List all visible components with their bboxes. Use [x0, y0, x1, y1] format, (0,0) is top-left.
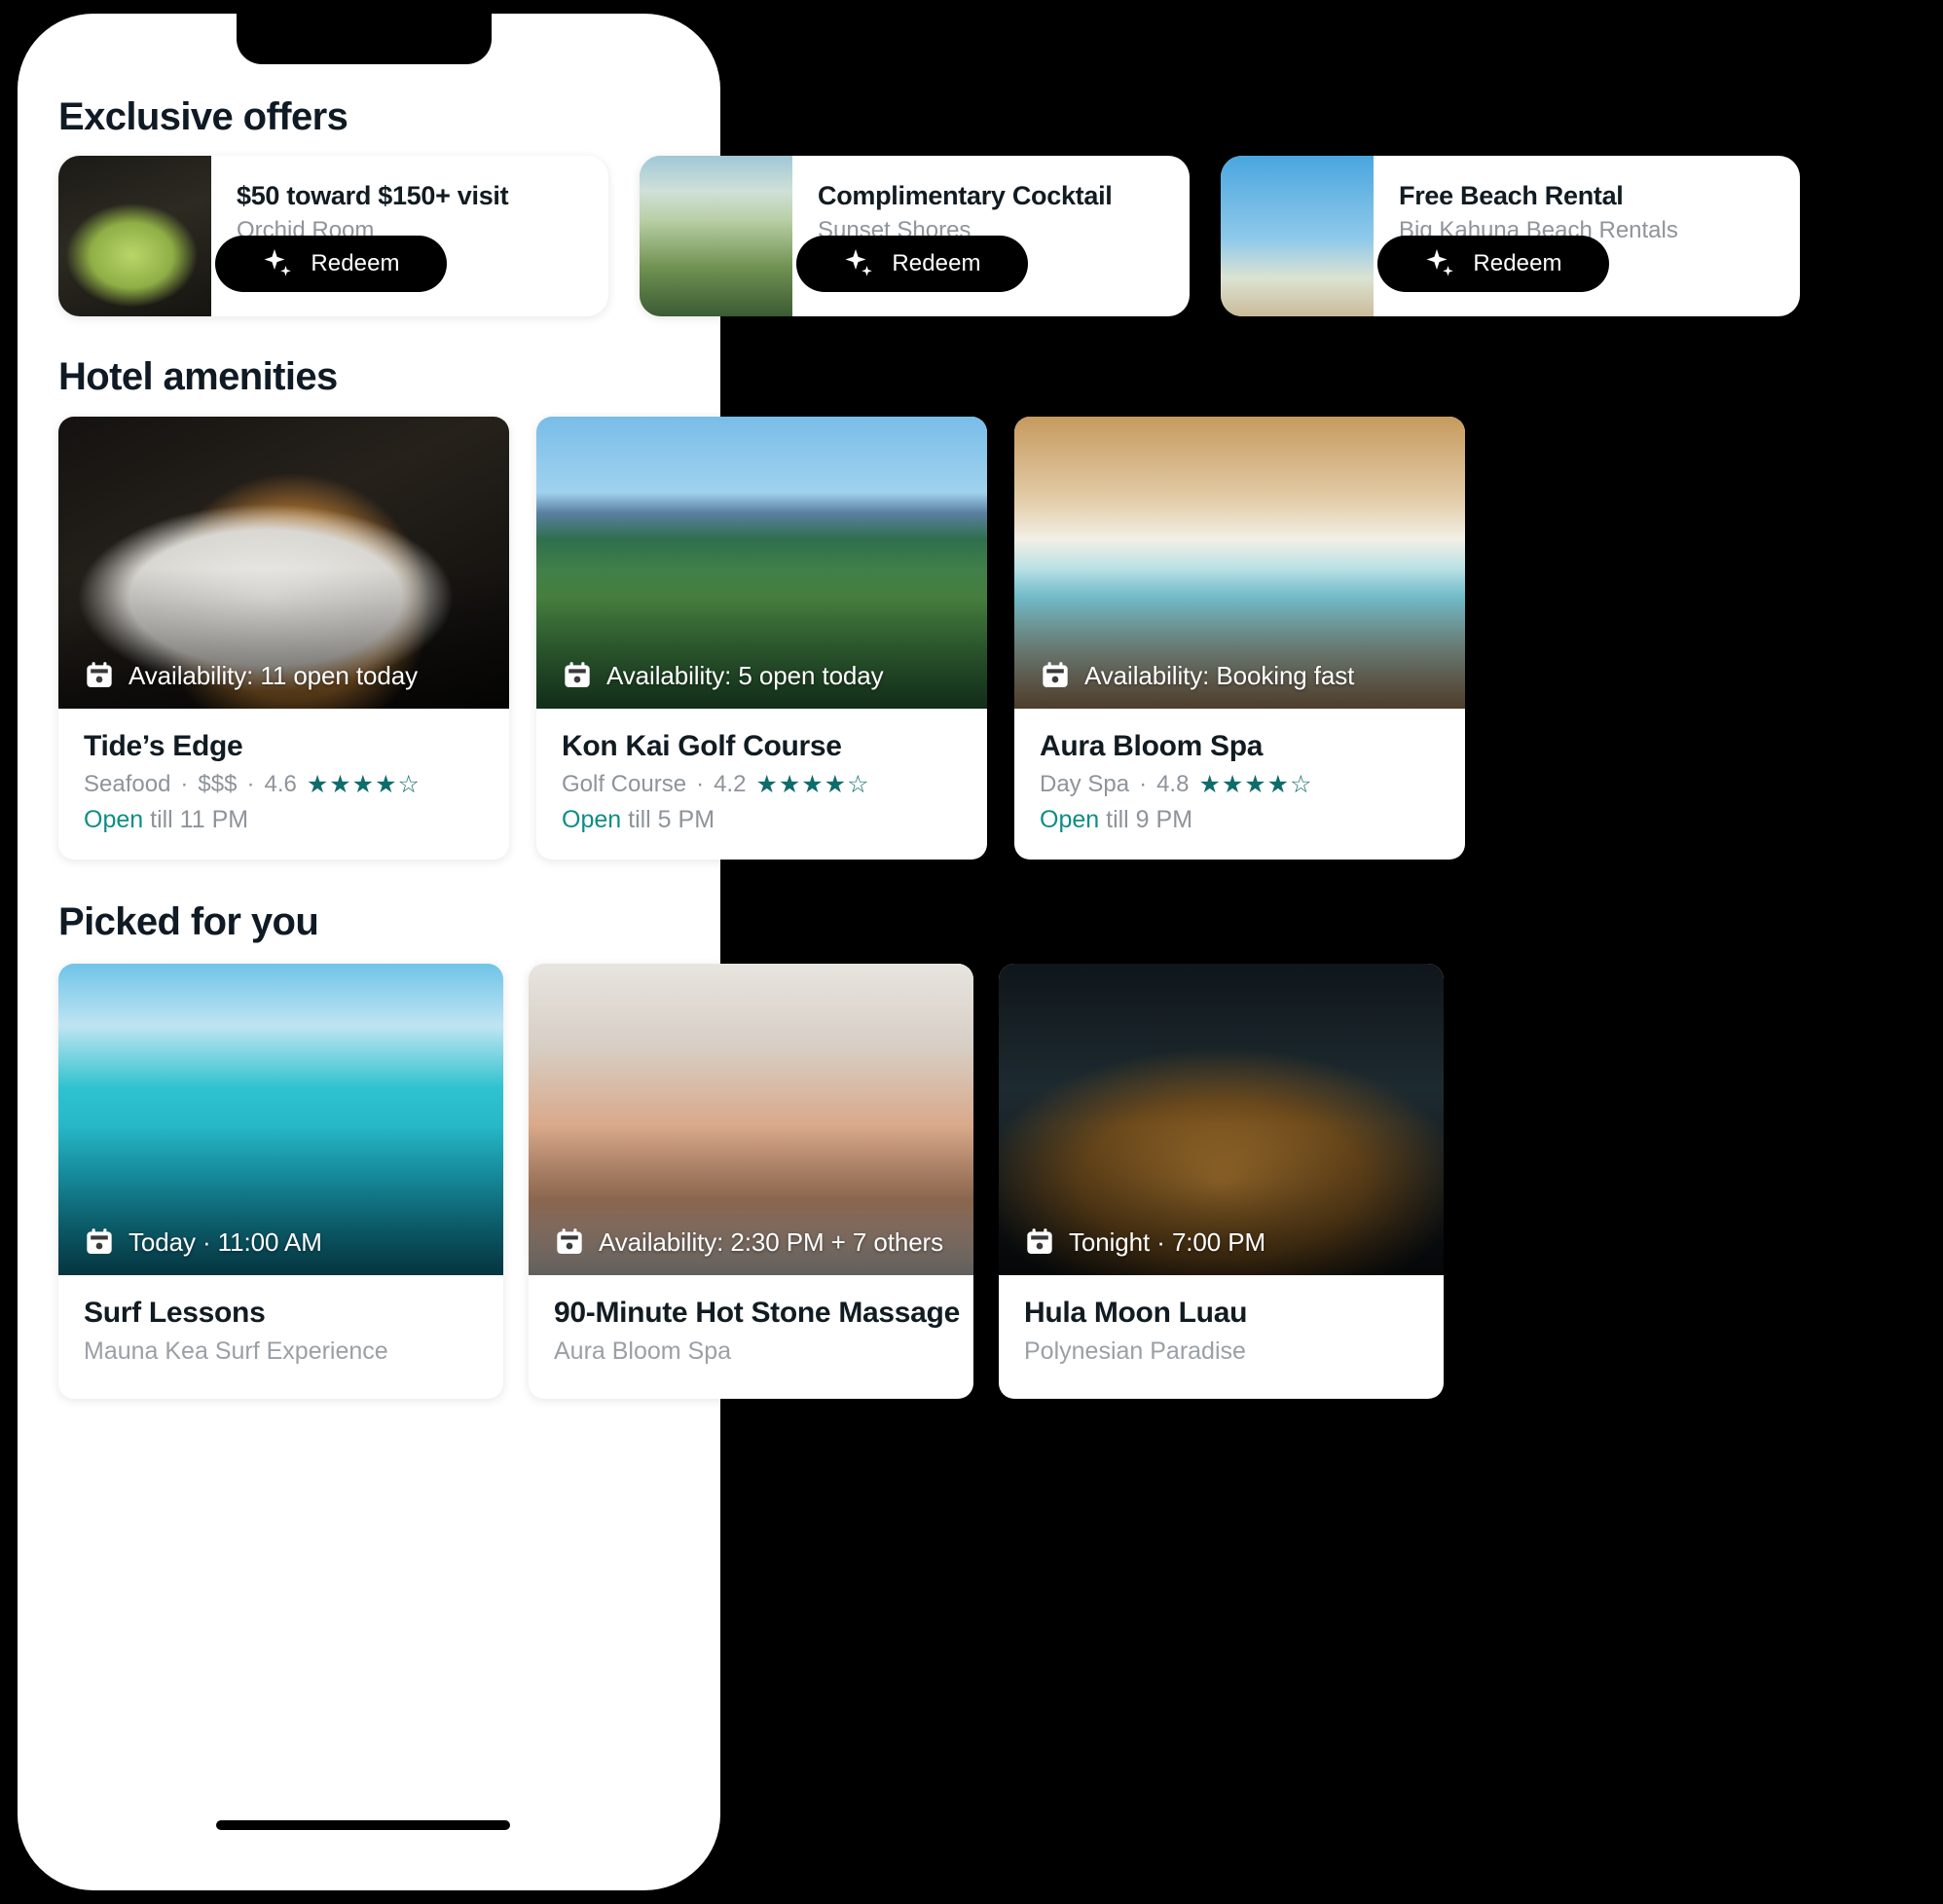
redeem-button[interactable]: Redeem — [215, 236, 447, 292]
availability-text: Today · 11:00 AM — [128, 1227, 322, 1257]
meta-separator: · — [246, 771, 255, 797]
offer-card[interactable]: Complimentary Cocktail Sunset Shores Red… — [640, 156, 1190, 316]
open-hours-rest: till 9 PM — [1099, 806, 1193, 833]
open-status: Open — [84, 806, 144, 833]
availability-badge: Today · 11:00 AM — [84, 1227, 322, 1258]
picked-image: Tonight · 7:00 PM — [999, 964, 1444, 1275]
meta-separator: · — [180, 771, 189, 797]
picked-name: Hula Moon Luau — [1024, 1297, 1248, 1329]
offer-card[interactable]: Free Beach Rental Big Kahuna Beach Renta… — [1221, 156, 1800, 316]
hotel-amenities-carousel[interactable]: Availability: 11 open today Tide’s Edge … — [58, 417, 1465, 860]
picked-venue: Aura Bloom Spa — [554, 1337, 732, 1365]
calendar-icon — [1024, 1227, 1055, 1258]
amenity-meta: Golf Course · 4.2 ★★★★☆ — [562, 771, 962, 798]
amenity-category: Golf Course — [562, 771, 687, 797]
open-hours-rest: till 11 PM — [143, 806, 249, 833]
amenity-name: Tide’s Edge — [84, 730, 243, 762]
exclusive-offers-carousel[interactable]: $50 toward $150+ visit Orchid Room Redee… — [58, 156, 1800, 316]
phone-notch — [237, 14, 492, 64]
availability-badge: Availability: Booking fast — [1040, 660, 1354, 691]
availability-text: Availability: 5 open today — [606, 660, 884, 690]
picked-image: Today · 11:00 AM — [58, 964, 503, 1275]
sparkle-icon — [843, 247, 876, 280]
open-status: Open — [562, 806, 622, 833]
open-status: Open — [1040, 806, 1100, 833]
section-title-picked-for-you: Picked for you — [58, 900, 319, 943]
calendar-icon — [84, 660, 115, 691]
amenity-hours: Open till 5 PM — [562, 806, 962, 834]
amenity-image: Availability: 5 open today — [536, 417, 987, 709]
home-indicator[interactable] — [216, 1820, 510, 1830]
redeem-button-label: Redeem — [1473, 250, 1562, 276]
amenity-image: Availability: Booking fast — [1014, 417, 1465, 709]
availability-text: Availability: 2:30 PM + 7 others — [599, 1227, 944, 1257]
amenity-rating: 4.6 — [264, 771, 297, 797]
section-title-exclusive-offers: Exclusive offers — [58, 95, 348, 138]
picked-card[interactable]: Today · 11:00 AM Surf Lessons Mauna Kea … — [58, 964, 503, 1399]
amenity-name: Kon Kai Golf Course — [562, 730, 842, 762]
open-hours-rest: till 5 PM — [621, 806, 715, 833]
amenity-card[interactable]: Availability: 11 open today Tide’s Edge … — [58, 417, 509, 860]
offer-thumbnail — [640, 156, 792, 316]
amenity-hours: Open till 11 PM — [84, 806, 484, 834]
availability-text: Tonight · 7:00 PM — [1069, 1227, 1266, 1257]
rating-stars: ★★★★☆ — [755, 770, 870, 798]
offer-thumbnail — [1221, 156, 1374, 316]
availability-badge: Availability: 5 open today — [562, 660, 884, 691]
offer-card[interactable]: $50 toward $150+ visit Orchid Room Redee… — [58, 156, 608, 316]
amenity-meta: Seafood · $$$ · 4.6 ★★★★☆ — [84, 771, 484, 798]
offer-thumbnail — [58, 156, 211, 316]
sparkle-icon — [1424, 247, 1457, 280]
picked-image: Availability: 2:30 PM + 7 others — [529, 964, 973, 1275]
picked-name: 90-Minute Hot Stone Massage — [554, 1297, 960, 1329]
picked-card[interactable]: Availability: 2:30 PM + 7 others 90-Minu… — [529, 964, 973, 1399]
rating-stars: ★★★★☆ — [1198, 770, 1313, 798]
availability-badge: Availability: 11 open today — [84, 660, 418, 691]
amenity-image: Availability: 11 open today — [58, 417, 509, 709]
amenity-category: Day Spa — [1040, 771, 1130, 797]
meta-separator: · — [696, 771, 705, 797]
calendar-icon — [562, 660, 593, 691]
section-title-hotel-amenities: Hotel amenities — [58, 355, 338, 398]
redeem-button-label: Redeem — [892, 250, 981, 276]
amenity-rating: 4.8 — [1156, 771, 1190, 797]
amenity-meta: Day Spa · 4.8 ★★★★☆ — [1040, 771, 1440, 798]
redeem-button[interactable]: Redeem — [1377, 236, 1609, 292]
calendar-icon — [1040, 660, 1071, 691]
availability-badge: Tonight · 7:00 PM — [1024, 1227, 1265, 1258]
picked-name: Surf Lessons — [84, 1297, 266, 1329]
app-content: Exclusive offers $50 toward $150+ visit … — [0, 0, 1943, 1904]
redeem-button-label: Redeem — [311, 250, 400, 276]
amenity-name: Aura Bloom Spa — [1040, 730, 1264, 762]
offer-title: Complimentary Cocktail — [818, 181, 1113, 210]
calendar-icon — [84, 1227, 115, 1258]
offer-title: $50 toward $150+ visit — [237, 181, 509, 210]
sparkle-icon — [262, 247, 295, 280]
amenity-category: Seafood — [84, 771, 171, 797]
amenity-card[interactable]: Availability: 5 open today Kon Kai Golf … — [536, 417, 987, 860]
calendar-icon — [554, 1227, 585, 1258]
picked-venue: Mauna Kea Surf Experience — [84, 1337, 388, 1365]
meta-separator: · — [1139, 771, 1148, 797]
picked-card[interactable]: Tonight · 7:00 PM Hula Moon Luau Polynes… — [999, 964, 1444, 1399]
amenity-rating: 4.2 — [714, 771, 747, 797]
offer-title: Free Beach Rental — [1399, 181, 1624, 210]
redeem-button[interactable]: Redeem — [796, 236, 1028, 292]
picked-for-you-carousel[interactable]: Today · 11:00 AM Surf Lessons Mauna Kea … — [58, 964, 1444, 1399]
amenity-card[interactable]: Availability: Booking fast Aura Bloom Sp… — [1014, 417, 1465, 860]
availability-text: Availability: Booking fast — [1084, 660, 1355, 690]
amenity-hours: Open till 9 PM — [1040, 806, 1440, 834]
amenity-price: $$$ — [198, 771, 238, 797]
availability-badge: Availability: 2:30 PM + 7 others — [554, 1227, 943, 1258]
availability-text: Availability: 11 open today — [128, 660, 418, 690]
rating-stars: ★★★★☆ — [306, 770, 421, 798]
picked-venue: Polynesian Paradise — [1024, 1337, 1246, 1365]
